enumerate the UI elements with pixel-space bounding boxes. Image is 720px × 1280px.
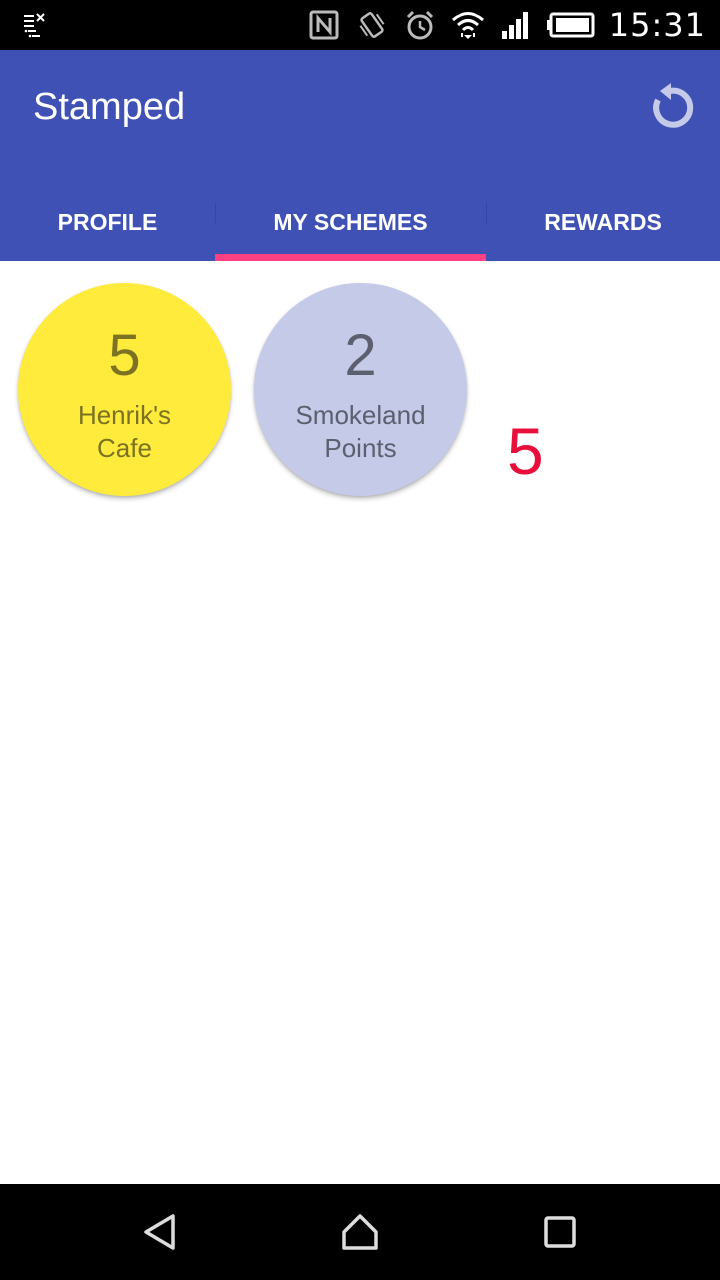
nfc-icon: [307, 8, 341, 42]
app-title: Stamped: [33, 86, 186, 128]
scheme-name-line: Henrik's: [77, 400, 172, 430]
recent-apps-icon: [544, 1216, 576, 1248]
alarm-icon: [403, 8, 437, 42]
battery-icon: [546, 8, 595, 42]
refresh-button[interactable]: [642, 80, 698, 136]
status-time: 15:31: [608, 6, 706, 44]
tab-my-schemes[interactable]: MY SCHEMES: [215, 183, 486, 261]
recent-apps-button[interactable]: [532, 1204, 588, 1260]
scheme-name: Henrik's Cafe: [18, 399, 231, 465]
scheme-name-line: Points: [324, 433, 397, 463]
stamp-count-text: 5: [507, 414, 544, 488]
scheme-name: Smokeland Points: [254, 399, 467, 465]
scheme-count: 2: [344, 323, 377, 388]
scheme-card-henriks-cafe[interactable]: 5 Henrik's Cafe: [18, 283, 231, 496]
notification-clear-icon: [22, 11, 50, 39]
tab-rewards[interactable]: REWARDS: [486, 183, 720, 261]
home-icon: [342, 1214, 378, 1250]
scheme-name-line: Smokeland: [295, 400, 426, 430]
tab-label: REWARDS: [544, 208, 662, 235]
back-button[interactable]: [132, 1204, 188, 1260]
wifi-icon: [451, 8, 485, 42]
tab-label: PROFILE: [57, 208, 158, 235]
vibrate-icon: [355, 8, 389, 42]
refresh-icon: [653, 83, 694, 128]
navigation-bar: [0, 1184, 720, 1280]
scheme-name-line: Cafe: [97, 433, 152, 463]
status-bar: 15:31: [0, 0, 720, 50]
tab-label: MY SCHEMES: [273, 208, 428, 235]
app-bar: Stamped PROFILE MY SCHEMES REWARDS: [0, 50, 720, 261]
home-button[interactable]: [332, 1204, 388, 1260]
back-icon: [144, 1214, 175, 1250]
tab-profile[interactable]: PROFILE: [0, 183, 215, 261]
scheme-count: 5: [108, 323, 141, 388]
scheme-card-smokeland-points[interactable]: 2 Smokeland Points: [254, 283, 467, 496]
tab-indicator: [215, 254, 486, 261]
signal-icon: [499, 8, 533, 42]
tab-bar: PROFILE MY SCHEMES REWARDS: [0, 183, 720, 261]
